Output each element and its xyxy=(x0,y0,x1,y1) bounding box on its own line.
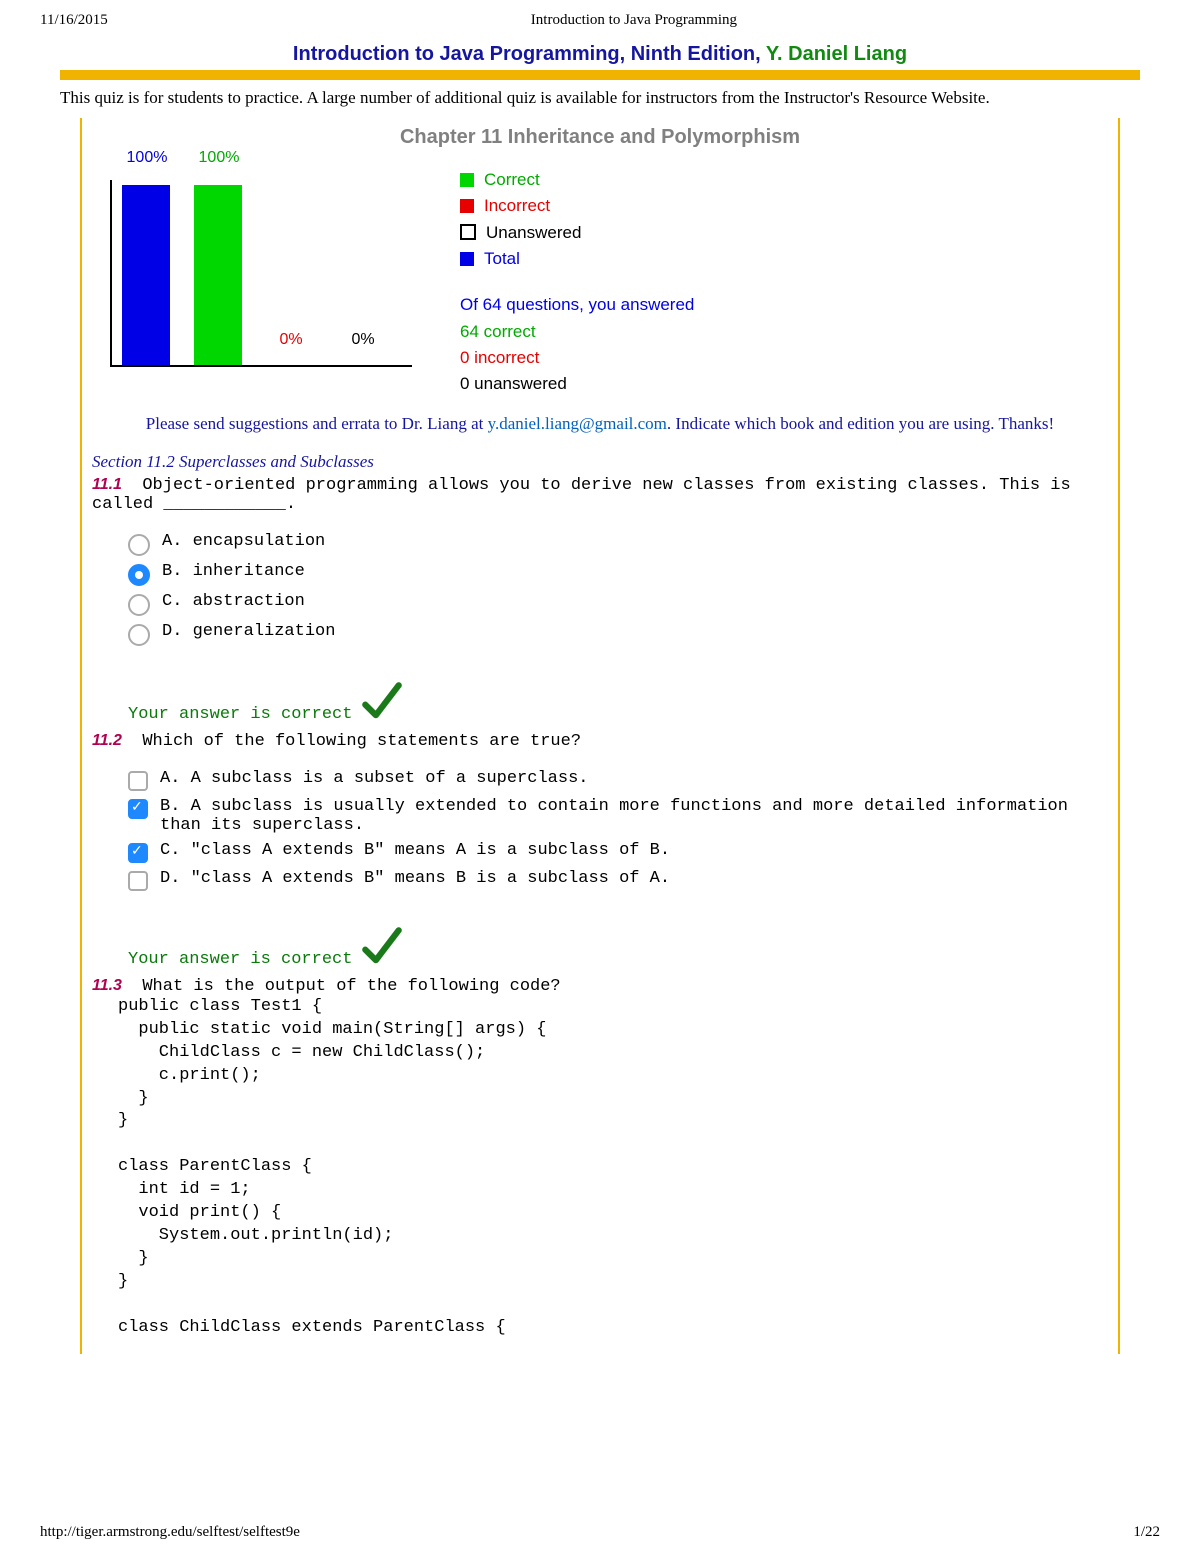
divider-gold xyxy=(60,70,1140,80)
option-label: B. inheritance xyxy=(162,562,305,581)
errata-note: Please send suggestions and errata to Dr… xyxy=(82,398,1118,442)
option-label: D. generalization xyxy=(162,622,335,641)
results-bar-chart: 100% 100% 0% 0% xyxy=(100,167,420,367)
radio-option[interactable] xyxy=(128,534,150,556)
footer-url: http://tiger.armstrong.edu/selftest/self… xyxy=(40,1524,300,1541)
checkbox-option[interactable] xyxy=(128,771,148,791)
radio-option[interactable] xyxy=(128,564,150,586)
section-title: Section 11.2 Superclasses and Subclasses xyxy=(82,442,1118,472)
checkmark-icon xyxy=(360,925,404,969)
option-label: C. abstraction xyxy=(162,592,305,611)
option-label: A. encapsulation xyxy=(162,532,325,551)
checkbox-option[interactable] xyxy=(128,871,148,891)
option-label: B. A subclass is usually extended to con… xyxy=(160,797,1098,835)
errata-email-link[interactable]: y.daniel.liang@gmail.com xyxy=(488,414,667,433)
question-11-3: 11.3 What is the output of the following… xyxy=(82,973,1118,1344)
checkbox-option[interactable] xyxy=(128,799,148,819)
question-11-2: 11.2 Which of the following statements a… xyxy=(82,728,1118,973)
question-number: 11.2 xyxy=(92,732,122,749)
intro-text: This quiz is for students to practice. A… xyxy=(0,80,1200,118)
page-indicator: 1/22 xyxy=(1133,1524,1160,1541)
page-title: Introduction to Java Programming, Ninth … xyxy=(0,35,1200,70)
radio-option[interactable] xyxy=(128,594,150,616)
question-number: 11.1 xyxy=(92,476,122,493)
print-date: 11/16/2015 xyxy=(40,12,108,29)
doc-title-header: Introduction to Java Programming xyxy=(531,12,737,29)
chart-legend: Correct Incorrect Unanswered Total Of 64… xyxy=(460,167,694,398)
option-label: C. "class A extends B" means A is a subc… xyxy=(160,841,670,860)
checkmark-icon xyxy=(360,680,404,724)
radio-option[interactable] xyxy=(128,624,150,646)
author-name: Y. Daniel Liang xyxy=(766,43,907,65)
question-number: 11.3 xyxy=(92,977,122,994)
feedback-text: Your answer is correct xyxy=(128,950,352,969)
option-label: A. A subclass is a subset of a superclas… xyxy=(160,769,588,788)
code-block: public class Test1 { public static void … xyxy=(92,996,1098,1340)
question-11-1: 11.1 Object-oriented programming allows … xyxy=(82,472,1118,728)
feedback-text: Your answer is correct xyxy=(128,705,352,724)
checkbox-option[interactable] xyxy=(128,843,148,863)
option-label: D. "class A extends B" means B is a subc… xyxy=(160,869,670,888)
